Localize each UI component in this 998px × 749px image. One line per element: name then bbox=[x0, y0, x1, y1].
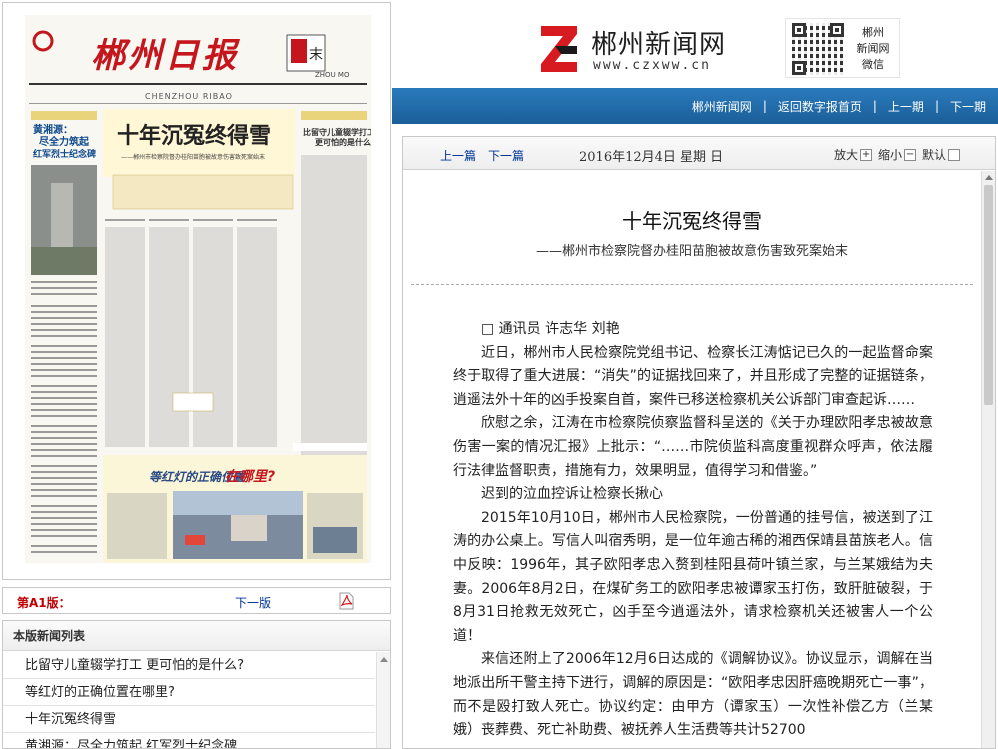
nav-link-site-home[interactable]: 郴州新闻网 bbox=[692, 98, 752, 115]
site-header: 郴州新闻网 www.czxww.cn 郴州 新闻网 微信 bbox=[392, 0, 998, 88]
zoom-in-icon[interactable]: + bbox=[860, 148, 873, 161]
newspaper-page-image[interactable]: 郴州日报 末 ZHOU MO CHENZHOU RIBAO 黄湘源： 尽全力筑起… bbox=[25, 15, 371, 563]
newspaper-frame: 郴州日报 末 ZHOU MO CHENZHOU RIBAO 黄湘源： 尽全力筑起… bbox=[2, 2, 391, 580]
zoom-out-label[interactable]: 缩小 bbox=[878, 146, 902, 163]
scroll-up-icon[interactable] bbox=[985, 175, 993, 180]
nav-separator: | bbox=[934, 99, 939, 113]
masthead-pinyin: CHENZHOU RIBAO bbox=[145, 92, 233, 101]
nav-link-next-issue[interactable]: 下一期 bbox=[950, 98, 986, 115]
nav-separator: | bbox=[872, 99, 877, 113]
qr-code-icon bbox=[792, 23, 844, 75]
svg-text:末: 末 bbox=[309, 47, 323, 63]
logo-mark-icon bbox=[541, 26, 577, 72]
article-title: 十年沉冤终得雪 bbox=[622, 209, 762, 233]
wechat-label: 新闻网 bbox=[856, 42, 890, 55]
zoom-out-icon[interactable]: − bbox=[904, 148, 917, 161]
next-page-link[interactable]: 下一版 bbox=[235, 594, 271, 611]
masthead-text: 郴州日报 bbox=[91, 36, 241, 76]
pdf-icon[interactable] bbox=[339, 592, 354, 610]
left-headline: 黄湘源： bbox=[33, 123, 73, 136]
main-headline: 十年沉冤终得雪 bbox=[117, 123, 271, 149]
zoom-default-icon[interactable] bbox=[948, 148, 961, 161]
news-list-item[interactable]: 等红灯的正确位置在哪里? bbox=[3, 679, 375, 706]
news-list-title: 本版新闻列表 bbox=[3, 621, 390, 651]
weekend-en: ZHOU MO bbox=[315, 71, 350, 79]
main-subhead: ——郴州市检察院督办桂阳苗胞被故意伤害致死案始末 bbox=[121, 153, 265, 161]
news-list-item[interactable]: 比留守儿童辍学打工 更可怕的是什么? bbox=[3, 652, 375, 679]
wechat-label: 微信 bbox=[862, 58, 884, 71]
zoom-default-label[interactable]: 默认 bbox=[922, 146, 946, 163]
scroll-up-icon[interactable] bbox=[380, 657, 388, 662]
nav-separator: | bbox=[762, 99, 767, 113]
top-nav-bar: 郴州新闻网 | 返回数字报首页 | 上一期 | 下一期 bbox=[392, 88, 998, 124]
article-divider bbox=[411, 284, 973, 285]
right-headline: 比留守儿童辍学打工 bbox=[303, 127, 371, 137]
article-panel: 上一篇 下一篇 2016年12月4日 星期 日 放大 + 缩小 − 默认 十年沉… bbox=[402, 136, 996, 749]
article-subtitle: ——郴州市检察院督办桂阳苗胞被故意伤害致死案始末 bbox=[535, 244, 848, 259]
site-logo[interactable]: 郴州新闻网 www.czxww.cn bbox=[537, 22, 777, 78]
article-paragraph: 2015年10月10日，郴州市人民检察院，一份普通的挂号信，被送到了江涛的办公桌… bbox=[453, 509, 933, 644]
prev-article-link[interactable]: 上一篇 bbox=[440, 147, 476, 164]
article-paragraph: 近日，郴州市人民检察院党组书记、检察长江涛惦记已久的一起监督命案终于取得了重大进… bbox=[453, 344, 933, 408]
wechat-label: 郴州 bbox=[862, 26, 884, 39]
news-list: 比留守儿童辍学打工 更可怕的是什么? 等红灯的正确位置在哪里? 十年沉冤终得雪 … bbox=[3, 652, 375, 748]
news-list-item[interactable]: 黄湘源：尽全力筑起 红军烈士纪念碑 bbox=[3, 733, 375, 748]
site-name: 郴州新闻网 bbox=[591, 30, 727, 60]
nav-links: 郴州新闻网 | 返回数字报首页 | 上一期 | 下一期 bbox=[692, 88, 986, 124]
news-list-scrollbar[interactable] bbox=[376, 652, 390, 748]
article-subheading: 迟到的泣血控诉让检察长揪心 bbox=[481, 486, 663, 503]
site-url: www.czxww.cn bbox=[593, 58, 711, 73]
article-text: □ 通讯员 许志华 刘艳 近日，郴州市人民检察院党组书记、检察长江涛惦记已久的一… bbox=[453, 318, 933, 743]
next-article-link[interactable]: 下一篇 bbox=[488, 147, 524, 164]
article-toolbar: 上一篇 下一篇 2016年12月4日 星期 日 放大 + 缩小 − 默认 bbox=[403, 137, 995, 170]
wechat-qr-box: 郴州 新闻网 微信 bbox=[785, 18, 900, 78]
news-list-item[interactable]: 十年沉冤终得雪 bbox=[3, 706, 375, 733]
left-headline: 红军烈士纪念碑 bbox=[33, 148, 96, 160]
article-scrollbar[interactable] bbox=[981, 171, 995, 748]
issue-date: 2016年12月4日 星期 日 bbox=[579, 150, 724, 165]
nav-link-prev-issue[interactable]: 上一期 bbox=[888, 98, 924, 115]
article-byline: □ 通讯员 许志华 刘艳 bbox=[481, 321, 620, 337]
page-nav-bar: 第A1版： 下一版 bbox=[2, 587, 391, 614]
news-list-panel: 本版新闻列表 比留守儿童辍学打工 更可怕的是什么? 等红灯的正确位置在哪里? 十… bbox=[2, 620, 391, 749]
right-headline: 更可怕的是什么? bbox=[315, 137, 371, 147]
scrollbar-thumb[interactable] bbox=[984, 185, 993, 405]
article-paragraph: 欣慰之余，江涛在市检察院侦察监督科呈送的《关于办理欧阳孝忠被故意伤害一案的情况汇… bbox=[453, 415, 933, 479]
nav-link-paper-home[interactable]: 返回数字报首页 bbox=[778, 98, 862, 115]
article-body: 十年沉冤终得雪 ——郴州市检察院督办桂阳苗胞被故意伤害致死案始末 □ 通讯员 许… bbox=[403, 171, 981, 748]
left-headline: 尽全力筑起 bbox=[39, 135, 90, 148]
current-page-label: 第A1版： bbox=[17, 596, 71, 610]
zoom-in-label[interactable]: 放大 bbox=[834, 146, 858, 163]
bottom-headline: 在哪里? bbox=[225, 468, 275, 485]
article-paragraph: 来信还附上了2006年12月6日达成的《调解协议》。协议显示，调解在当地派出所干… bbox=[453, 651, 933, 739]
zoom-controls: 放大 + 缩小 − 默认 bbox=[834, 146, 966, 163]
